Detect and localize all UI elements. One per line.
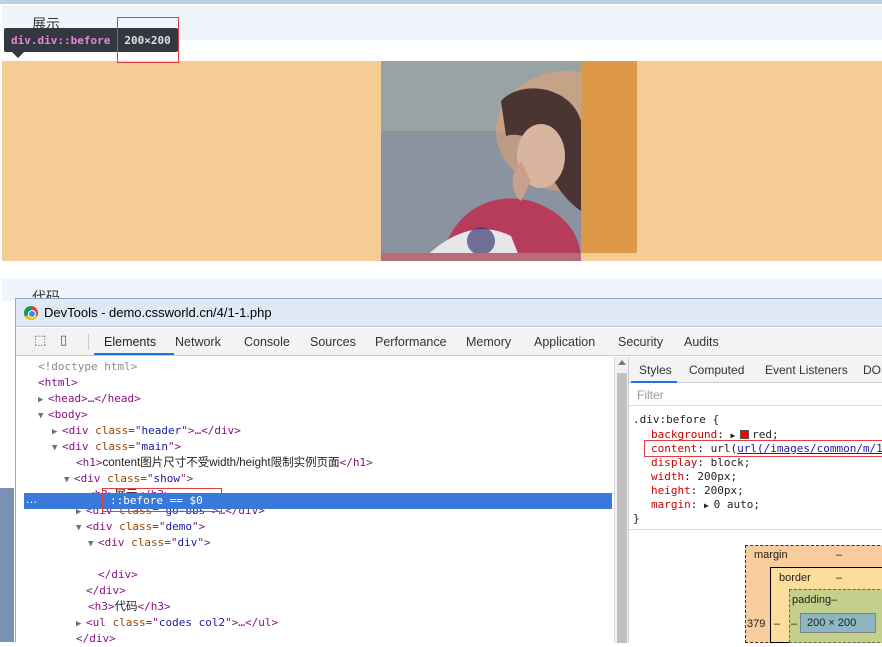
highlight-box-content	[644, 440, 882, 457]
css-rule-width[interactable]: width: 200px;	[651, 470, 737, 484]
margin-left-value: 379	[747, 618, 766, 630]
css-selector[interactable]: .div:before {	[633, 413, 719, 427]
border-left-value: –	[774, 618, 781, 630]
tab-sources[interactable]: Sources	[310, 335, 356, 349]
devtools-titlebar[interactable]: DevTools - demo.cssworld.cn/4/1-1.php	[16, 299, 882, 327]
dom-div-div[interactable]: ▼ <div class="div">	[88, 535, 211, 551]
expand-arrow-icon[interactable]: ▶	[52, 424, 62, 440]
rule-divider	[629, 529, 882, 530]
filter-placeholder: Filter	[637, 388, 664, 402]
tooltip-arrow	[12, 52, 24, 58]
dom-close-div-3[interactable]: </div>	[76, 631, 116, 647]
dom-ul-codes[interactable]: ▶ <ul class="codes col2">…</ul>	[76, 615, 278, 631]
before-pseudo-image	[381, 61, 581, 261]
tab-security[interactable]: Security	[618, 335, 663, 349]
color-swatch-icon[interactable]	[740, 430, 750, 439]
box-model-content[interactable]: 200 × 200	[800, 613, 876, 633]
styles-panel: Styles Computed Event Listeners DOM Filt…	[628, 357, 882, 643]
devtools-window: DevTools - demo.cssworld.cn/4/1-1.php ⬚ …	[15, 298, 882, 645]
expand-arrow-icon[interactable]: ▶	[38, 392, 48, 408]
tab-styles[interactable]: Styles	[639, 363, 672, 377]
scroll-up-icon[interactable]	[618, 360, 626, 365]
collapse-arrow-icon[interactable]: ▼	[64, 472, 74, 488]
dom-html[interactable]: <html>	[38, 375, 78, 391]
dom-div-demo[interactable]: ▼ <div class="demo">	[76, 519, 205, 535]
tab-application[interactable]: Application	[534, 335, 595, 349]
collapse-arrow-icon[interactable]: ▼	[52, 440, 62, 456]
dom-div-show[interactable]: ▼ <div class="show">	[64, 471, 193, 487]
margin-label: margin	[754, 549, 788, 561]
photo-illustration	[381, 61, 581, 261]
css-rule-display[interactable]: display: block;	[651, 456, 750, 470]
styles-tabbar: Styles Computed Event Listeners DOM	[629, 357, 882, 383]
css-close-brace: }	[633, 512, 640, 525]
elements-scrollbar[interactable]	[614, 357, 628, 643]
border-top-value: –	[836, 572, 843, 584]
chrome-icon	[24, 306, 38, 320]
tab-console[interactable]: Console	[244, 335, 290, 349]
dom-div-header[interactable]: ▶ <div class="header">…</div>	[52, 423, 241, 439]
expand-arrow-icon[interactable]: ▶	[76, 616, 86, 632]
tab-elements[interactable]: Elements	[104, 335, 156, 349]
content-size: 200 × 200	[807, 617, 857, 629]
tab-computed[interactable]: Computed	[689, 363, 744, 377]
padding-left-value: –	[791, 618, 798, 630]
tab-network[interactable]: Network	[175, 335, 221, 349]
styles-filter-input[interactable]: Filter	[629, 384, 882, 406]
image-overflow-part	[581, 61, 637, 253]
devtools-tabbar: ⬚ ▯ Elements Network Console Sources Per…	[16, 328, 882, 356]
tab-separator	[88, 334, 89, 350]
css-rule-height[interactable]: height: 200px;	[651, 484, 744, 498]
dom-close-div[interactable]: </div>	[98, 567, 138, 583]
dom-h3-code[interactable]: <h3>代码</h3>	[88, 599, 171, 615]
device-toolbar-icon[interactable]: ▯	[60, 334, 74, 348]
active-tab-indicator	[94, 353, 174, 355]
dom-body[interactable]: ▼ <body>	[38, 407, 88, 423]
collapse-arrow-icon[interactable]: ▼	[88, 536, 98, 552]
highlight-box-size	[117, 17, 179, 63]
tab-dom-breakpoints[interactable]: DOM	[863, 363, 882, 377]
tab-audits[interactable]: Audits	[684, 335, 719, 349]
more-dots-icon[interactable]: …	[26, 493, 37, 507]
css-rule-margin[interactable]: margin: ▶ 0 auto;	[651, 498, 760, 513]
styles-active-indicator	[631, 381, 677, 383]
tab-performance[interactable]: Performance	[375, 335, 447, 349]
tab-event-listeners[interactable]: Event Listeners	[765, 363, 848, 377]
highlight-box-before	[102, 488, 222, 512]
window-edge	[0, 488, 14, 642]
top-border	[0, 0, 882, 4]
margin-top-value: –	[836, 549, 843, 561]
border-label: border	[779, 572, 811, 584]
dom-close-div-2[interactable]: </div>	[86, 583, 126, 599]
collapse-arrow-icon[interactable]: ▼	[76, 520, 86, 536]
inspect-element-icon[interactable]: ⬚	[34, 334, 48, 348]
devtools-title: DevTools - demo.cssworld.cn/4/1-1.php	[44, 305, 272, 320]
tab-memory[interactable]: Memory	[466, 335, 511, 349]
dom-div-main[interactable]: ▼ <div class="main">	[52, 439, 181, 455]
scrollbar-thumb[interactable]	[617, 373, 627, 643]
before-red-background	[381, 253, 581, 261]
dom-h1[interactable]: <h1>content图片尺寸不受width/height限制实例页面</h1>	[76, 455, 373, 471]
padding-label: padding–	[792, 594, 838, 606]
dom-doctype[interactable]: <!doctype html>	[38, 359, 137, 375]
tooltip-selector: div.div::before	[11, 33, 111, 47]
collapse-arrow-icon[interactable]: ▼	[38, 408, 48, 424]
dom-head[interactable]: ▶ <head>…</head>	[38, 391, 141, 407]
